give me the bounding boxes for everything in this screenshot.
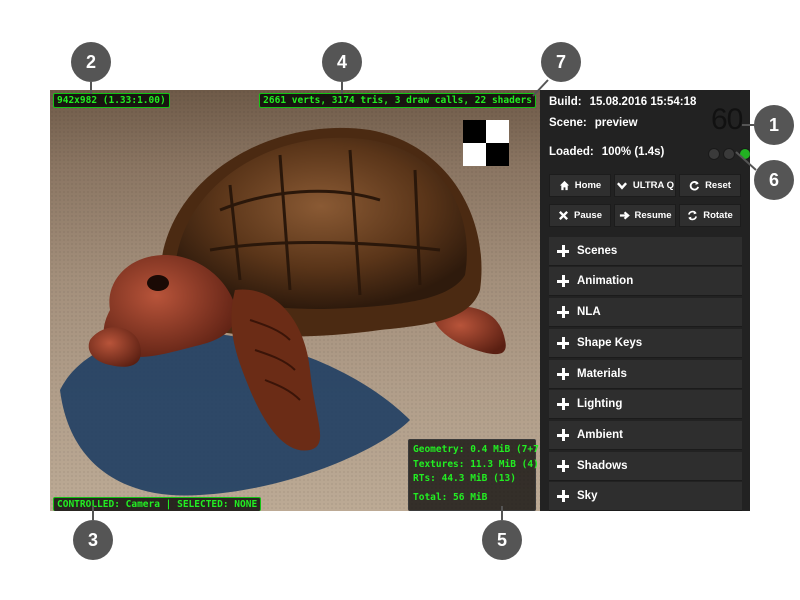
callout-diagonal-leaders: [532, 79, 757, 171]
callout-3: 3: [73, 520, 113, 560]
callout-5: 5: [482, 520, 522, 560]
callout-7: 7: [541, 42, 581, 82]
callout-2: 2: [71, 42, 111, 82]
callout-1: 1: [754, 105, 794, 145]
callout-4: 4: [322, 42, 362, 82]
callout-6: 6: [754, 160, 794, 200]
